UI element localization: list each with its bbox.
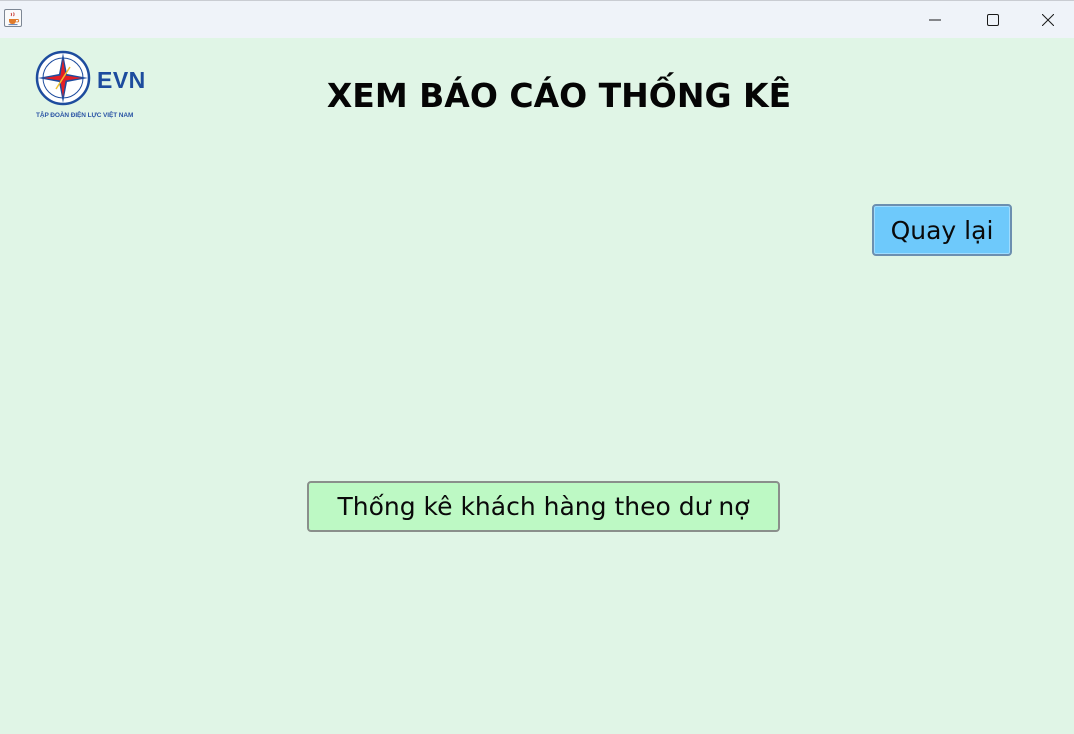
close-icon xyxy=(1042,13,1054,26)
java-cup-icon[interactable] xyxy=(4,9,22,27)
evn-emblem-icon xyxy=(35,50,91,106)
evn-logo: EVN TẬP ĐOÀN ĐIỆN LỰC VIỆT NAM xyxy=(34,49,158,127)
close-button[interactable] xyxy=(1022,1,1074,38)
customer-debt-report-button[interactable]: Thống kê khách hàng theo dư nợ xyxy=(307,481,780,532)
maximize-button[interactable] xyxy=(964,1,1022,38)
minimize-button[interactable] xyxy=(906,1,964,38)
window-titlebar[interactable] xyxy=(0,0,1074,38)
logo-subtitle: TẬP ĐOÀN ĐIỆN LỰC VIỆT NAM xyxy=(36,112,134,119)
page-title: XEM BÁO CÁO THỐNG KÊ xyxy=(326,76,792,115)
maximize-icon xyxy=(987,13,999,26)
logo-name: EVN xyxy=(97,67,146,93)
back-button[interactable]: Quay lại xyxy=(872,204,1012,256)
minimize-icon xyxy=(929,19,941,20)
